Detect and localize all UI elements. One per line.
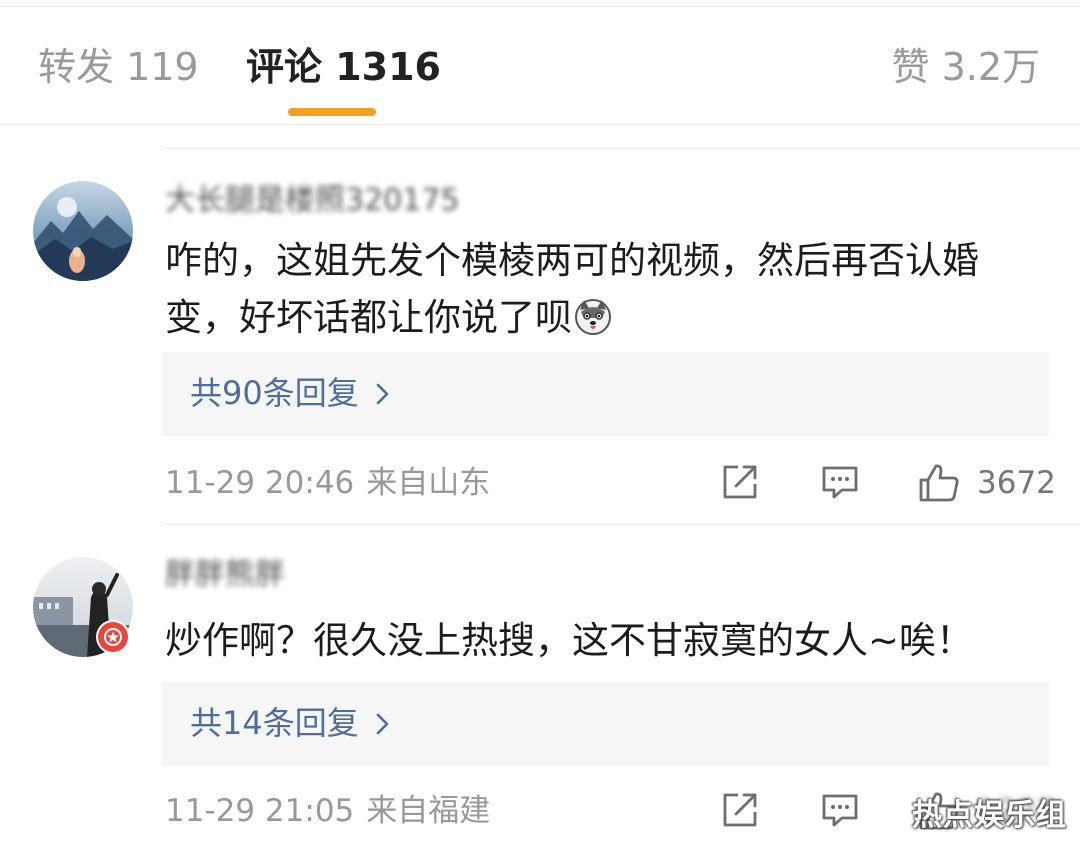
section-divider [163,148,1080,149]
share-button[interactable] [720,790,760,834]
comment-icon [820,466,860,506]
comment-meta: 11-29 20:46 来自山东 [165,464,490,502]
replies-count-label: 共90条回复 [190,374,359,412]
vip-badge [96,620,130,654]
active-tab-indicator [288,108,376,116]
timestamp: 11-29 21:05 [165,793,355,829]
vip-star-badge-icon [98,622,128,652]
husky-dog-emoji-icon [574,295,612,352]
location: 来自山东 [366,465,491,501]
watermark: 热点娱乐组 [912,798,1067,833]
timestamp: 11-29 20:46 [165,465,355,501]
reply-button[interactable] [820,462,860,506]
share-icon [720,793,760,834]
thumbs-up-icon [917,464,961,508]
comment-divider [163,524,1080,525]
comments-page: 转发 119 评论 1316 赞 3.2万 大长腿是楼照320175 咋的，这姐… [0,0,1080,852]
tab-repost[interactable]: 转发 119 [38,44,199,90]
location: 来自福建 [366,793,491,829]
comment-text: 咋的，这姐先发个模棱两可的视频，然后再否认婚变，好坏话都让你说了呗 [165,232,1045,352]
chevron-right-icon [375,383,391,409]
tab-comments[interactable]: 评论 1316 [246,44,441,90]
tab-bar: 转发 119 评论 1316 赞 3.2万 [0,6,1080,125]
replies-count-label: 共14条回复 [190,704,359,742]
like-count: 3672 [977,465,1056,501]
share-button[interactable] [720,462,760,506]
chevron-right-icon [375,713,391,739]
tab-likes[interactable]: 赞 3.2万 [891,44,1040,90]
reply-button[interactable] [820,790,860,834]
comment-icon [820,794,860,834]
view-replies-button[interactable]: 共14条回复 [162,682,1049,766]
comment-meta: 11-29 21:05 来自福建 [165,792,490,830]
username[interactable]: 大长腿是楼照320175 [165,184,460,218]
comment-item: 大长腿是楼照320175 咋的，这姐先发个模棱两可的视频，然后再否认婚变，好坏话… [0,150,1080,524]
comment-text: 炒作啊？很久没上热搜，这不甘寂寞的女人~唉！ [165,619,974,662]
comment-text-body: 咋的，这姐先发个模棱两可的视频，然后再否认婚变，好坏话都让你说了呗 [165,239,979,339]
view-replies-button[interactable]: 共90条回复 [162,352,1049,436]
username[interactable]: 胖胖熊胖 [165,558,285,592]
like-button[interactable] [917,462,961,508]
share-icon [720,465,760,506]
avatar[interactable] [33,181,133,281]
